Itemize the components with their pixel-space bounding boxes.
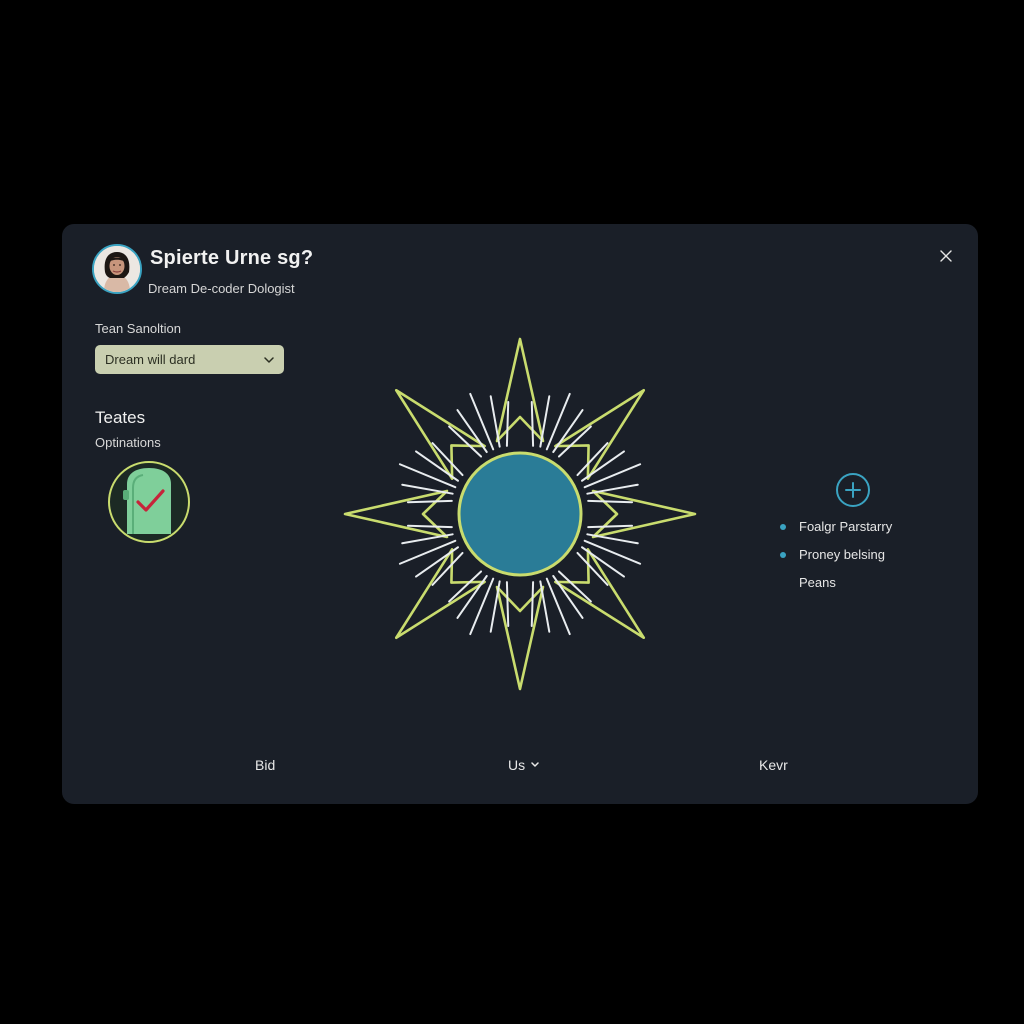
list-item-label: Foalgr Parstarry: [799, 519, 893, 534]
dialog-panel: Spierte Urne sg? Dream De-coder Dologist…: [62, 224, 978, 804]
footer-bid[interactable]: Bid: [255, 757, 275, 773]
list-item[interactable]: Foalgr Parstarry: [776, 517, 892, 545]
dream-select[interactable]: Dream will dard: [95, 345, 284, 374]
footer-us-dropdown[interactable]: Us: [508, 757, 542, 773]
bullet-icon: [780, 552, 786, 558]
plus-circle-icon: [836, 473, 870, 507]
select-value: Dream will dard: [105, 352, 196, 367]
mandala-graphic: [343, 337, 697, 691]
list-extra: Peans: [776, 573, 892, 601]
check-badge-icon: [108, 461, 190, 543]
chevron-down-icon: [264, 356, 274, 363]
section-title: Teates: [95, 408, 146, 427]
avatar: [92, 244, 142, 294]
section-subtitle: Optinations: [95, 435, 161, 450]
dialog-subtitle: Dream De-coder Dologist: [148, 281, 295, 296]
chevron-down-icon: [531, 762, 539, 767]
list-item-label: Proney belsing: [799, 547, 885, 562]
close-button[interactable]: [934, 244, 958, 268]
center-circle: [457, 451, 583, 577]
footer-kevr[interactable]: Kevr: [759, 757, 788, 773]
footer-us-label: Us: [508, 757, 526, 773]
field-label: Tean Sanoltion: [95, 321, 182, 336]
check-badge[interactable]: [107, 460, 191, 544]
dialog-title: Spierte Urne sg?: [150, 247, 314, 269]
bullet-icon: [780, 524, 786, 530]
close-icon: [940, 250, 952, 262]
list-extra-label: Peans: [799, 575, 836, 590]
list-item[interactable]: Proney belsing: [776, 545, 892, 573]
option-list: Foalgr Parstarry Proney belsing Peans: [776, 517, 892, 601]
add-button[interactable]: [835, 472, 871, 508]
